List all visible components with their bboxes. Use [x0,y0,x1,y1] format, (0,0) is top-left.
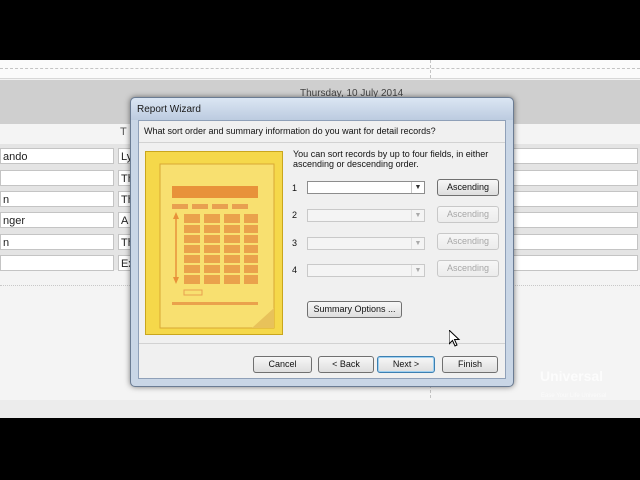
report-preview-illustration [145,151,283,335]
sort-order-4-button[interactable]: Ascending [437,260,499,277]
sort-field-2-select[interactable]: ▼ [307,209,425,222]
sort-field-4-select[interactable]: ▼ [307,264,425,277]
report-cell [0,255,114,271]
dialog-titlebar[interactable]: Report Wizard [131,98,513,120]
watermark-tagline: Ease Your Life Universal [541,393,607,399]
chevron-down-icon[interactable]: ▼ [411,265,424,276]
chevron-down-icon[interactable]: ▼ [411,210,424,221]
report-layout-icon [146,152,282,334]
chevron-down-icon[interactable]: ▼ [411,182,424,193]
ruler-strip [0,60,640,79]
sort-row-number: 1 [292,183,298,193]
back-button[interactable]: < Back [318,356,374,373]
report-cell: n [0,234,114,250]
sort-order-2-button[interactable]: Ascending [437,206,499,223]
report-cell: nger [0,212,114,228]
sort-row-number: 4 [292,265,298,275]
wizard-question: What sort order and summary information … [144,126,436,136]
chevron-down-icon[interactable]: ▼ [411,238,424,249]
report-footer [0,400,640,418]
report-cell: ando [0,148,114,164]
watermark-logo: Universal [540,368,604,384]
sort-row-number: 2 [292,210,298,220]
next-button[interactable]: Next > [377,356,435,373]
sort-field-1-select[interactable]: ▼ [307,181,425,194]
dialog-title: Report Wizard [137,104,201,115]
sort-instructions: You can sort records by up to four field… [293,149,489,169]
divider [139,142,505,143]
finish-button[interactable]: Finish [442,356,498,373]
sort-order-1-button[interactable]: Ascending [437,179,499,196]
column-header: T [120,126,127,138]
report-cell [0,170,114,186]
report-cell: n [0,191,114,207]
sort-field-3-select[interactable]: ▼ [307,237,425,250]
cancel-button[interactable]: Cancel [253,356,312,373]
sort-order-3-button[interactable]: Ascending [437,233,499,250]
sort-row-number: 3 [292,238,298,248]
summary-options-button[interactable]: Summary Options ... [307,301,402,318]
